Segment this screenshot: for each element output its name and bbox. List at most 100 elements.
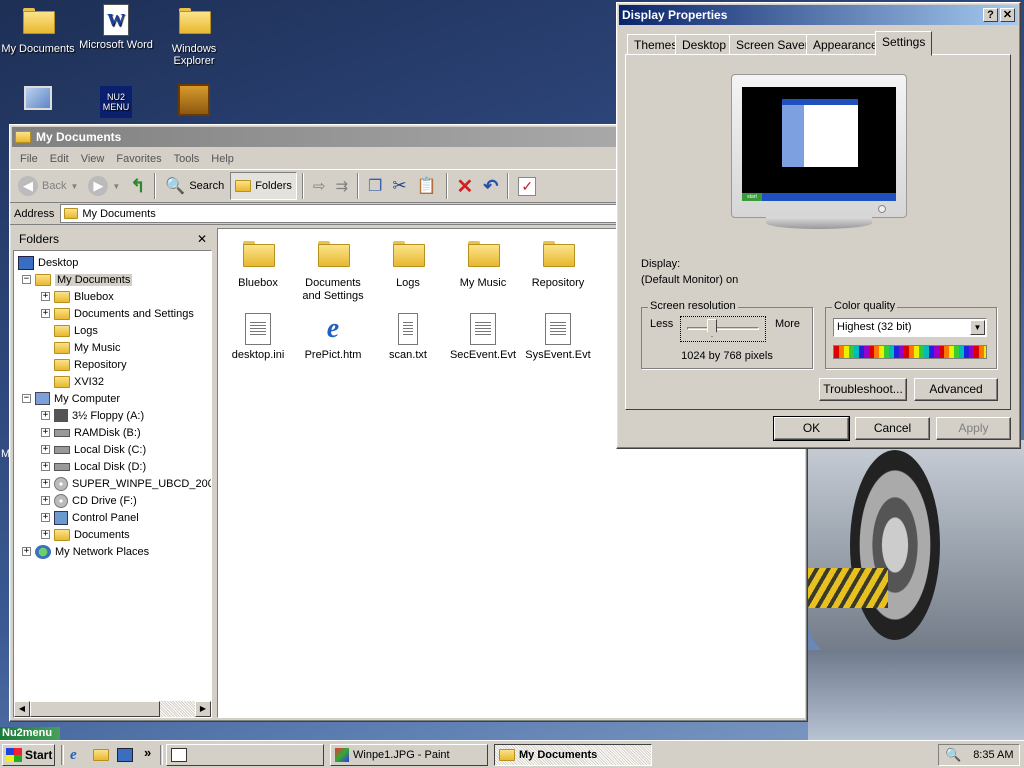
ie-quicklaunch-icon[interactable]: e — [70, 747, 77, 764]
close-icon[interactable]: ✕ — [197, 232, 207, 246]
expand-toggle[interactable]: + — [41, 462, 50, 471]
properties-button[interactable]: ✓ — [514, 172, 540, 200]
start-button[interactable]: Start — [2, 744, 55, 766]
delete-button[interactable]: ✕ — [453, 172, 478, 200]
close-button[interactable]: ✕ — [1000, 8, 1015, 22]
tree-item-my-documents[interactable]: − My Documents — [22, 271, 133, 288]
back-button[interactable]: ◀ Back ▼ — [14, 172, 82, 200]
clock[interactable]: 8:35 AM — [973, 749, 1013, 761]
expand-toggle[interactable]: + — [41, 411, 50, 420]
tree-item-ramdisk[interactable]: + RAMDisk (B:) — [41, 424, 141, 441]
desktop-icon-microsoft-word[interactable]: W Microsoft Word — [78, 4, 154, 51]
tab-desktop[interactable]: Desktop — [675, 34, 734, 55]
tab-screen-saver[interactable]: Screen Saver — [729, 34, 816, 55]
desktop-icon-app[interactable] — [156, 84, 232, 119]
tab-appearance[interactable]: Appearance — [806, 34, 885, 55]
tree-item-xvi32[interactable]: XVI32 — [54, 373, 104, 390]
expand-toggle[interactable]: + — [41, 496, 50, 505]
tree-item-bluebox[interactable]: + Bluebox — [41, 288, 114, 305]
taskbar-item-app[interactable] — [166, 744, 324, 766]
file-item-sysevent-evt[interactable]: SysEvent.Evt — [520, 313, 596, 362]
tree-item-local-disk-d[interactable]: + Local Disk (D:) — [41, 458, 146, 475]
expand-toggle[interactable]: + — [41, 428, 50, 437]
expand-toggle[interactable]: + — [41, 292, 50, 301]
tree-item-my-computer[interactable]: − My Computer — [22, 390, 120, 407]
tree-item-super-winpe[interactable]: + SUPER_WINPE_UBCD_2004 — [41, 475, 211, 492]
menu-file[interactable]: File — [14, 153, 44, 165]
file-item-desktop-ini[interactable]: desktop.ini — [220, 313, 296, 362]
tree-item-documents[interactable]: + Documents — [41, 526, 130, 543]
file-item-secevent-evt[interactable]: SecEvent.Evt — [445, 313, 521, 362]
collapse-toggle[interactable]: − — [22, 275, 31, 284]
desktop-icon-my-computer[interactable] — [0, 84, 76, 113]
ok-button[interactable]: OK — [773, 416, 850, 441]
troubleshoot-button[interactable]: Troubleshoot... — [819, 378, 907, 401]
help-button[interactable]: ? — [983, 8, 998, 22]
desktop-quicklaunch-icon[interactable] — [117, 748, 133, 762]
menu-view[interactable]: View — [75, 153, 111, 165]
move-to-button[interactable]: ⇨ — [309, 172, 330, 200]
file-item-scan-txt[interactable]: scan.txt — [370, 313, 446, 362]
forward-button[interactable]: ▶ ▼ — [84, 172, 124, 200]
tree-item-control-panel[interactable]: + Control Panel — [41, 509, 139, 526]
up-button[interactable]: ↰ — [126, 172, 149, 200]
menu-edit[interactable]: Edit — [44, 153, 75, 165]
scroll-left-button[interactable]: ◀ — [14, 701, 30, 717]
cancel-button[interactable]: Cancel — [855, 417, 930, 440]
collapse-toggle[interactable]: − — [22, 394, 31, 403]
slider-track — [687, 327, 759, 330]
scroll-right-button[interactable]: ▶ — [195, 701, 211, 717]
tree-item-desktop[interactable]: Desktop — [18, 254, 78, 271]
file-item-bluebox[interactable]: Bluebox — [220, 237, 296, 290]
cut-button[interactable]: ✂ — [388, 172, 410, 200]
explorer-quicklaunch-icon[interactable] — [93, 749, 109, 761]
tree-item-local-disk-c[interactable]: + Local Disk (C:) — [41, 441, 146, 458]
menu-help[interactable]: Help — [205, 153, 240, 165]
file-item-repository[interactable]: Repository — [520, 237, 596, 290]
scroll-thumb[interactable] — [30, 701, 160, 717]
apply-button[interactable]: Apply — [936, 417, 1011, 440]
resolution-slider[interactable] — [680, 316, 766, 342]
tree-item-logs[interactable]: Logs — [54, 322, 98, 339]
expand-toggle[interactable]: + — [41, 530, 50, 539]
undo-button[interactable]: ↶ — [479, 172, 502, 200]
expand-toggle[interactable]: + — [22, 547, 31, 556]
tree-item-floppy[interactable]: +3½ Floppy (A:) — [41, 407, 144, 424]
slider-thumb[interactable] — [707, 319, 717, 337]
desktop-icon-nu2menu[interactable]: NU2 MENU — [78, 86, 154, 121]
file-item-my-music[interactable]: My Music — [445, 237, 521, 290]
menu-tools[interactable]: Tools — [168, 153, 206, 165]
quicklaunch-chevron[interactable]: » — [144, 745, 151, 760]
tree-item-my-network-places[interactable]: + My Network Places — [22, 543, 149, 560]
tree-horizontal-scrollbar[interactable]: ◀ ▶ — [14, 701, 211, 717]
tree-item-cd-drive[interactable]: + CD Drive (F:) — [41, 492, 137, 509]
tree-item-documents-and-settings[interactable]: + Documents and Settings — [41, 305, 194, 322]
tab-settings[interactable]: Settings — [875, 31, 933, 56]
file-item-prepict-htm[interactable]: e PrePict.htm — [295, 313, 371, 362]
desktop-icon-my-documents[interactable]: My Documents — [0, 4, 76, 55]
folder-icon — [54, 324, 70, 337]
dialog-titlebar[interactable]: Display Properties ? ✕ — [619, 5, 1018, 25]
taskbar-item-my-documents[interactable]: My Documents — [494, 744, 652, 766]
advanced-button[interactable]: Advanced — [914, 378, 998, 401]
copy-button[interactable]: ❐ — [364, 172, 386, 200]
dropdown-arrow-button[interactable]: ▼ — [970, 320, 985, 335]
magnifier-tray-icon[interactable]: 🔍 — [945, 747, 961, 763]
paste-button[interactable]: 📋 — [413, 172, 441, 200]
tree-item-repository[interactable]: Repository — [54, 356, 127, 373]
menu-favorites[interactable]: Favorites — [110, 153, 167, 165]
expand-toggle[interactable]: + — [41, 445, 50, 454]
copy-to-button[interactable]: ⇉ — [331, 172, 352, 200]
file-item-documents-and-settings[interactable]: Documents and Settings — [295, 237, 371, 303]
expand-toggle[interactable]: + — [41, 309, 50, 318]
folders-button[interactable]: Folders — [230, 172, 297, 200]
file-item-logs[interactable]: Logs — [370, 237, 446, 290]
expand-toggle[interactable]: + — [41, 479, 50, 488]
nu2menu-bar[interactable]: Nu2menu — [0, 727, 60, 740]
color-quality-select[interactable]: Highest (32 bit) ▼ — [833, 318, 987, 337]
tree-item-my-music[interactable]: My Music — [54, 339, 120, 356]
taskbar-item-paint[interactable]: Winpe1.JPG - Paint — [330, 744, 488, 766]
expand-toggle[interactable]: + — [41, 513, 50, 522]
desktop-icon-windows-explorer[interactable]: Windows Explorer — [156, 4, 232, 67]
search-button[interactable]: 🔍 Search — [161, 172, 228, 200]
